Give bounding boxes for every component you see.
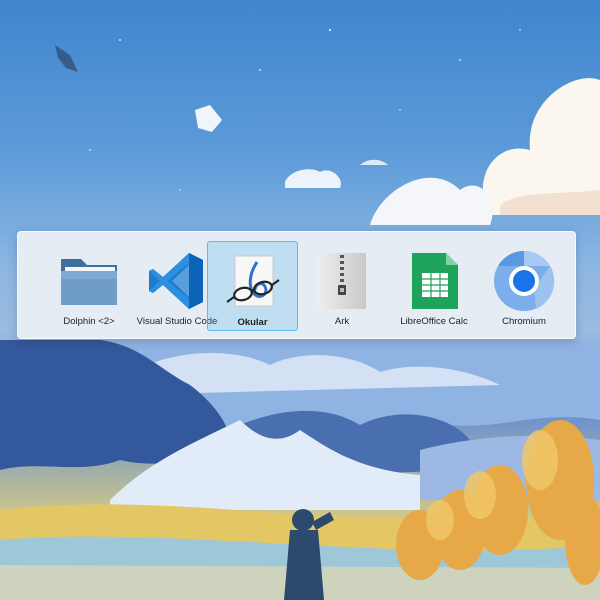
task-item-okular[interactable]: Okular [207, 241, 298, 331]
task-item-ark[interactable]: Ark [298, 241, 386, 331]
spreadsheet-icon [412, 253, 458, 309]
chromium-icon [494, 251, 555, 311]
archive-icon [318, 253, 366, 309]
task-item-dolphin[interactable]: Dolphin <2> [45, 241, 133, 331]
task-item-libreoffice-calc[interactable]: LibreOffice Calc [390, 241, 478, 331]
task-label: Chromium [502, 316, 546, 327]
task-label: Ark [334, 316, 350, 327]
task-switcher: Dolphin <2> Visual Studio Code Okular Ar… [17, 231, 576, 339]
okular-icon [225, 255, 280, 307]
folder-icon [61, 259, 117, 305]
task-label: LibreOffice Calc [400, 316, 468, 327]
task-item-chromium[interactable]: Chromium [480, 241, 568, 331]
vscode-icon [149, 253, 203, 309]
